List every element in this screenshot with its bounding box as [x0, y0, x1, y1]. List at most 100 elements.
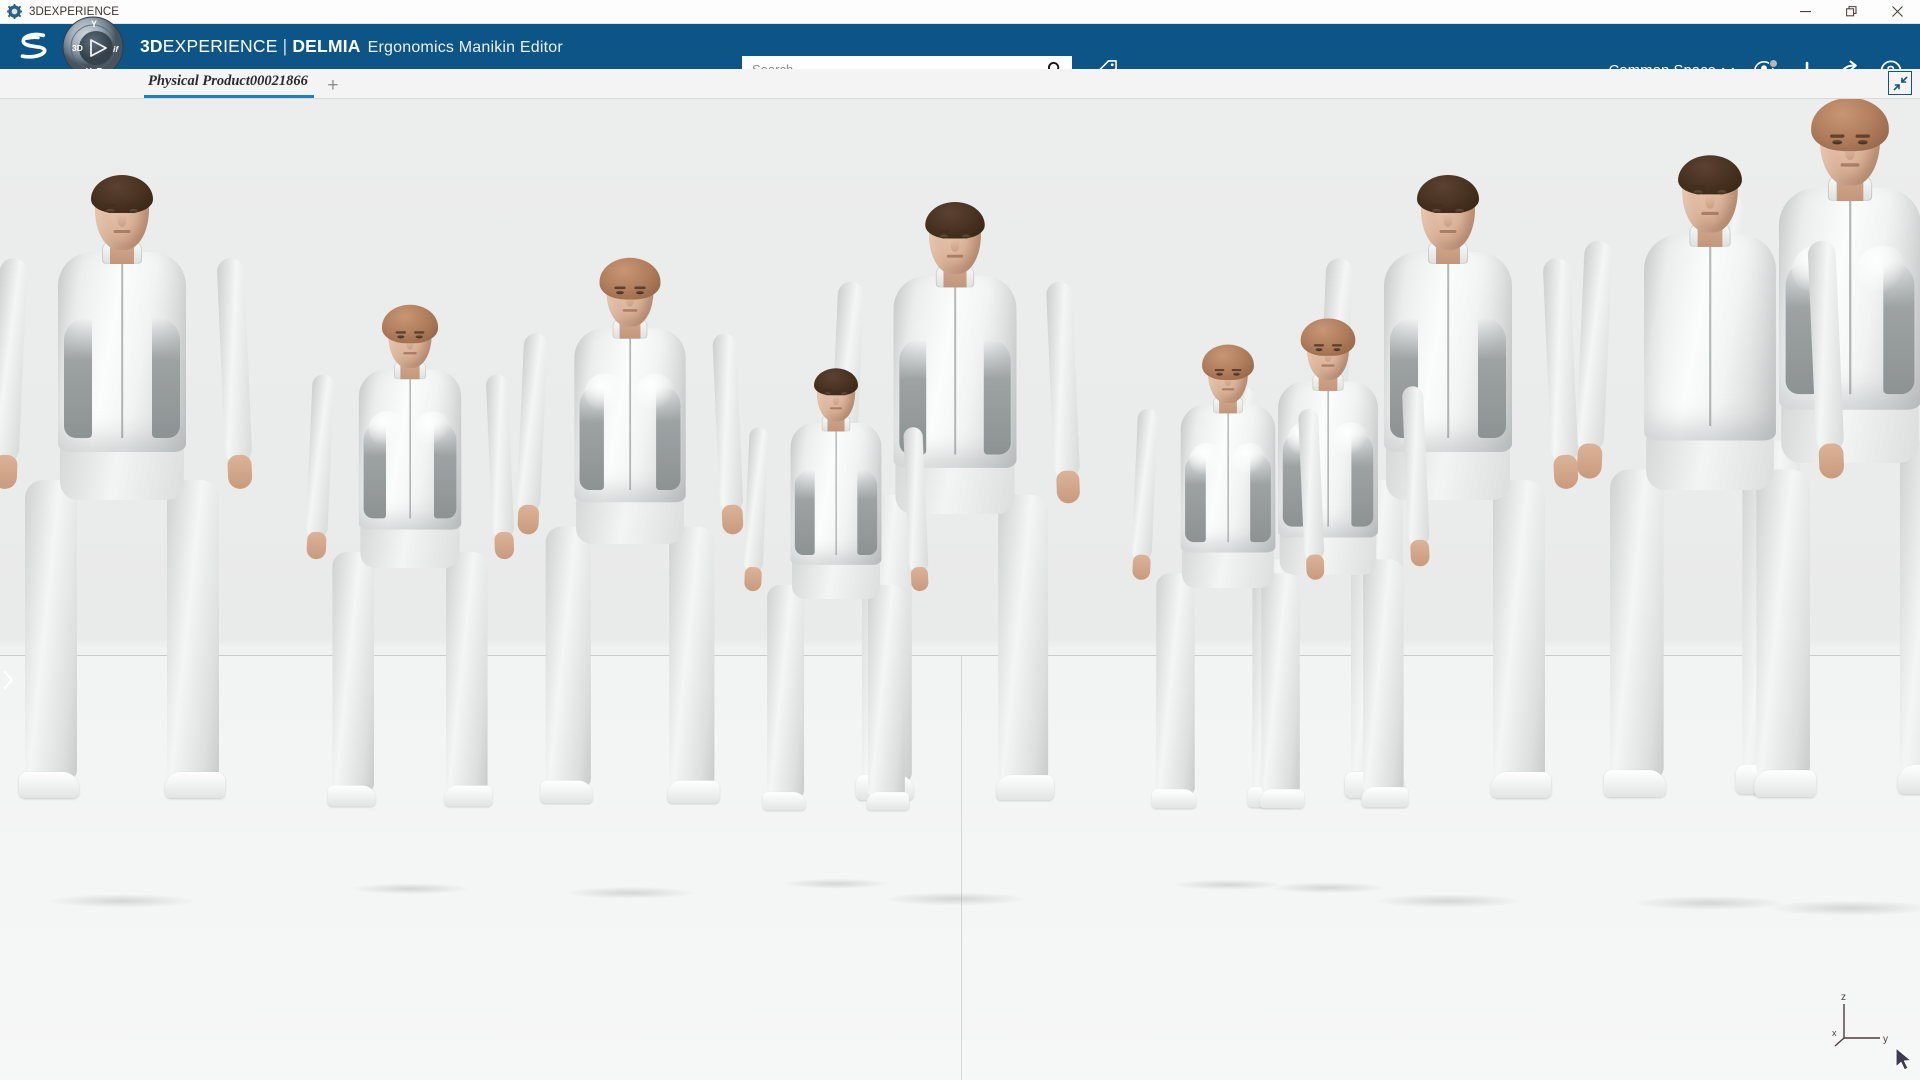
- manikin-brow-left: [1691, 184, 1705, 188]
- manikin-figure[interactable]: [1131, 344, 1325, 891]
- mouse-pointer-icon: [1894, 1047, 1916, 1078]
- manikin-brow-right: [127, 204, 140, 207]
- brand-prefix-light: EXPERIENCE: [162, 36, 278, 56]
- axis-triad-indicator: z y x: [1830, 990, 1892, 1052]
- manikin-hand-left: [516, 504, 539, 535]
- brand-app-name: Ergonomics Manikin Editor: [367, 39, 563, 56]
- 3ds-logo[interactable]: [12, 32, 58, 62]
- manikin-mouth: [113, 230, 131, 233]
- manikin-head: [925, 201, 985, 274]
- collapse-diagonal-icon[interactable]: [1888, 71, 1912, 95]
- manikin-suit-highlight-right: [635, 373, 676, 412]
- manikin-brow-right: [1715, 184, 1729, 188]
- manikin-eye-left: [397, 335, 405, 339]
- manikin-shoe-right: [1897, 764, 1920, 794]
- manikin-suit-highlight-left: [584, 373, 625, 412]
- manikin-hand-right: [1817, 442, 1844, 479]
- manikin-mouth: [946, 254, 964, 258]
- manikin-nose: [950, 239, 960, 252]
- manikin-nose: [406, 339, 414, 350]
- manikin-arm-left: [0, 257, 28, 490]
- manikin-shoe-right: [444, 785, 493, 807]
- manikin-shadow: [883, 891, 1027, 906]
- manikin-nose: [117, 214, 127, 227]
- manikin-figure[interactable]: [743, 367, 929, 889]
- manikin-eye-right: [415, 335, 423, 339]
- manikin-suit-zipper: [1709, 240, 1711, 426]
- manikin-shoe-right: [667, 780, 720, 804]
- manikin-head: [599, 257, 661, 327]
- manikin-hair: [1300, 318, 1356, 356]
- manikin-hair: [813, 367, 859, 395]
- axis-label-z: z: [1841, 992, 1846, 1003]
- manikin-brow-left: [937, 229, 951, 232]
- svg-text:Y: Y: [91, 19, 97, 29]
- manikin-suit-side-panel-left: [794, 469, 815, 555]
- manikin-shoe-left: [327, 785, 376, 807]
- manikin-nose: [1705, 195, 1715, 209]
- manikin-brow-left: [395, 331, 406, 334]
- os-titlebar: 3DEXPERIENCE: [0, 0, 1920, 24]
- manikin-arm-right: [712, 333, 744, 535]
- manikin-arm-right: [216, 257, 253, 490]
- manikin-suit-side-panel-right: [983, 338, 1011, 455]
- manikin-figure[interactable]: [305, 304, 515, 895]
- manikin-nose: [1845, 145, 1855, 160]
- manikin-eye-left: [1832, 139, 1843, 145]
- manikin-leg-left: [1603, 469, 1666, 797]
- manikin-figure[interactable]: [516, 257, 744, 900]
- manikin-mouth: [1221, 388, 1235, 391]
- manikin-leg-right: [667, 526, 720, 804]
- manikin-eye-left: [1315, 347, 1323, 351]
- manikin-brow-left: [823, 388, 833, 391]
- manikin-leg-right: [1491, 480, 1551, 798]
- manikin-head: [1678, 155, 1742, 233]
- manikin-leg-right: [1897, 440, 1920, 794]
- manikin-shadow: [782, 878, 890, 889]
- 3d-viewport[interactable]: z y x: [0, 99, 1920, 1080]
- manikin-suit-highlight-left: [368, 411, 406, 447]
- manikin-hand-left: [0, 454, 18, 490]
- manikin-eye-right: [1717, 190, 1727, 195]
- manikin-hand-right: [1409, 539, 1430, 567]
- manikin-hair: [382, 304, 438, 344]
- manikin-brow-right: [959, 229, 973, 232]
- manikin-eye-right: [1455, 209, 1464, 213]
- manikin-hand-right: [1305, 554, 1325, 581]
- manikin-eye-right: [840, 391, 848, 395]
- manikin-arm-left: [1575, 240, 1613, 479]
- brand-prefix-bold: 3D: [140, 36, 163, 56]
- manikin-hair: [1811, 99, 1889, 151]
- manikin-leg-right: [996, 494, 1054, 800]
- manikin-figure[interactable]: [1575, 155, 1845, 911]
- manikin-eye-right: [961, 234, 971, 239]
- 3d-compass-widget[interactable]: 3D Y if V+R: [58, 16, 130, 78]
- tab-physical-product[interactable]: Physical Product00021866: [144, 68, 314, 98]
- manikin-shoe-right: [1491, 772, 1551, 798]
- manikin-arm-left: [516, 333, 548, 535]
- manikin-brow-right: [1331, 343, 1343, 346]
- svg-text:3D: 3D: [72, 43, 83, 53]
- manikin-eye-left: [1432, 209, 1441, 213]
- manikin-shoe-left: [1603, 769, 1666, 797]
- manikin-suit-side-panel-right: [857, 469, 878, 555]
- minimize-icon[interactable]: [1782, 0, 1828, 24]
- axis-label-x: x: [1832, 1028, 1837, 1038]
- manikin-hand-left: [305, 531, 327, 560]
- manikin-head: [813, 367, 859, 422]
- add-tab-button[interactable]: +: [324, 76, 342, 95]
- manikin-torso: [790, 414, 882, 565]
- tab-strip: Physical Product00021866 +: [0, 69, 1920, 99]
- manikin-head: [382, 304, 438, 368]
- manikin-shoe-right: [1361, 786, 1409, 808]
- manikin-nose: [1224, 376, 1232, 387]
- manikin-leg-left: [1151, 573, 1197, 809]
- manikin-figure[interactable]: [0, 175, 253, 908]
- manikin-head: [1300, 318, 1356, 380]
- restore-icon[interactable]: [1828, 0, 1874, 24]
- manikin-suit-highlight-right: [1856, 245, 1908, 294]
- manikin-arm-right: [485, 374, 515, 560]
- manikin-brow-left: [1313, 343, 1325, 346]
- close-icon[interactable]: [1874, 0, 1920, 24]
- manikin-leg-left: [762, 584, 806, 811]
